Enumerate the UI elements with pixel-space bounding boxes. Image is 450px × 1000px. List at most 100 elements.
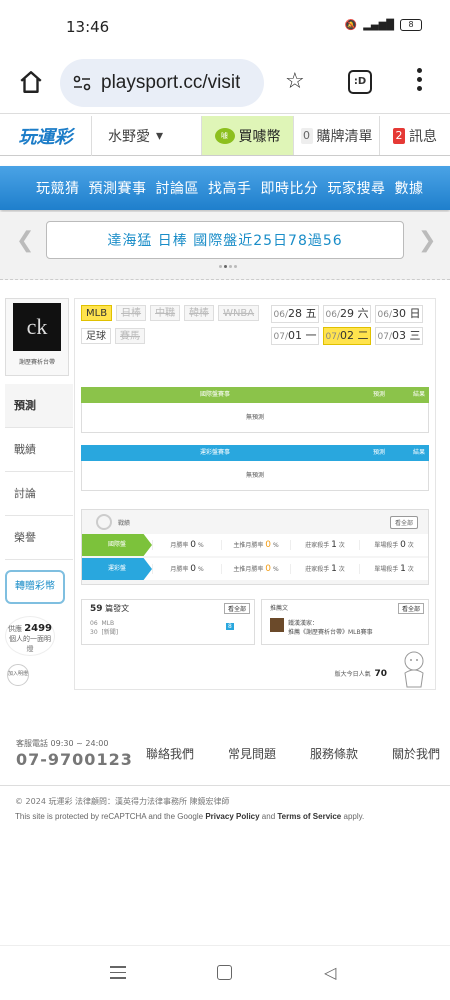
league-soccer[interactable]: 足球: [81, 328, 111, 344]
footer-link-contact[interactable]: 聯絡我們: [146, 745, 194, 762]
empty-message: 無預測: [81, 461, 429, 491]
messages-button[interactable]: 2 訊息: [380, 116, 450, 155]
tab-honors[interactable]: 榮譽: [5, 516, 73, 560]
league-horse[interactable]: 賽馬: [115, 328, 145, 344]
date-button[interactable]: 06/28 五: [271, 305, 319, 323]
username: 水野愛: [108, 128, 150, 145]
date-button[interactable]: 06/29 六: [323, 305, 371, 323]
league-kbo[interactable]: 韓棒: [184, 305, 215, 321]
status-bar: 13:46 🔕 ▂▄▆█ 8: [0, 0, 450, 56]
coin-icon: 噱: [214, 127, 235, 144]
profile-name: 謝歷賽析台帶: [18, 359, 55, 366]
back-icon[interactable]: ◁: [324, 963, 336, 982]
record-summary: 戰績 看全部 國際盤 月勝率 0 % 主推月勝率 0 % 莊家殺手 1 次 單場殺…: [81, 509, 429, 585]
site-footer: 客服電話 09:30 ~ 24:00 07-9700123 聯絡我們 常見問題 …: [0, 726, 450, 786]
recs-view-all-button[interactable]: 看全部: [397, 603, 424, 614]
support-phone-label: 客服電話 09:30 ~ 24:00: [16, 739, 109, 748]
footer-link-terms[interactable]: 服務條款: [310, 745, 358, 762]
league-wnba[interactable]: WNBA: [218, 305, 260, 321]
recents-icon[interactable]: [110, 966, 126, 983]
avatar[interactable]: ck: [13, 303, 61, 351]
nav-item[interactable]: 即時比分: [261, 178, 319, 198]
nav-item[interactable]: 討論區: [156, 178, 200, 198]
record-header: 戰績 看全部: [82, 510, 428, 534]
android-nav-bar: ◁: [0, 945, 450, 1000]
chevron-left-icon[interactable]: ❮: [16, 228, 34, 253]
tab-record[interactable]: 戰績: [5, 428, 73, 472]
view-all-button[interactable]: 看全部: [389, 515, 418, 529]
address-bar[interactable]: playsport.cc/visit: [60, 59, 264, 107]
league-npb[interactable]: 日棒: [116, 305, 147, 321]
cart-button[interactable]: 0 購牌清單: [294, 116, 380, 155]
privacy-link[interactable]: Privacy Policy: [205, 812, 259, 821]
copyright: © 2024 玩運彩 法律顧問：漢英得力法律事務所 陳鏡宏律師: [15, 797, 230, 806]
profile-main: MLB 日棒 中職 韓棒 WNBA 足球 賽馬 06/28 五 06/29 六 …: [74, 298, 436, 690]
browser-toolbar: playsport.cc/visit ☆ :D: [0, 56, 450, 114]
nav-item[interactable]: 預測賽事: [89, 178, 147, 198]
date-button[interactable]: 07/03 三: [375, 327, 423, 345]
carousel-dots: [219, 265, 237, 268]
status-icons: 🔕 ▂▄▆█ 8: [345, 19, 422, 31]
footer-link-about[interactable]: 關於我們: [392, 745, 440, 762]
rec-thumbnail: [270, 618, 284, 632]
date-button[interactable]: 07/01 一: [271, 327, 319, 345]
sportslottery-predictions-table: 運彩盤賽事 預測 結果 無預測: [81, 445, 429, 491]
clock: 13:46: [66, 18, 110, 36]
terms-link[interactable]: Terms of Service: [277, 812, 341, 821]
league-mlb[interactable]: MLB: [81, 305, 113, 321]
followers-count: 供應 2499 個人的一面明燈: [5, 616, 55, 656]
popularity: 版大今日人氣 70: [334, 669, 387, 679]
messages-label: 訊息: [409, 128, 437, 145]
more-menu-icon[interactable]: [416, 68, 422, 94]
nav-item[interactable]: 找高手: [208, 178, 252, 198]
marquee: ❮ 達海猛 日棒 國際盤近25日78過56 ❯: [0, 212, 450, 280]
mute-icon: 🔕: [344, 19, 358, 31]
date-button-selected[interactable]: 07/02 二: [323, 327, 371, 345]
rec-item[interactable]: 鐵漢漢家： 推薦《謝歷賽析台帶》MLB賽事: [270, 618, 373, 636]
nav-item[interactable]: 玩家搜尋: [328, 178, 386, 198]
record-row: 運彩盤 月勝率 0 % 主推月勝率 0 % 莊家殺手 1 次 單場殺手 1 次: [82, 558, 428, 580]
empty-message: 無預測: [81, 403, 429, 433]
add-follow-button[interactable]: 加入明燈: [7, 664, 29, 686]
bookmark-star-icon[interactable]: ☆: [285, 69, 305, 94]
posts-count: 59 篇發文: [90, 604, 130, 614]
marquee-text[interactable]: 達海猛 日棒 國際盤近25日78過56: [46, 221, 404, 259]
nav-item[interactable]: 玩競猜: [36, 178, 80, 198]
date-button[interactable]: 06/30 日: [375, 305, 423, 323]
nav-item[interactable]: 數據: [395, 178, 424, 198]
tab-predictions[interactable]: 預測: [5, 384, 73, 428]
league-cpbl[interactable]: 中職: [150, 305, 181, 321]
chevron-right-icon[interactable]: ❯: [418, 228, 436, 253]
posts-box: 59 篇發文 看全部 06 MLB 30 [新聞] 8: [81, 599, 255, 645]
signal-icon: ▂▄▆█: [363, 19, 394, 31]
tab-switcher-button[interactable]: :D: [348, 70, 372, 94]
main-nav: 玩競猜 預測賽事 討論區 找高手 即時比分 玩家搜尋 數據: [0, 166, 450, 210]
site-logo[interactable]: 玩運彩: [0, 116, 92, 156]
cart-count: 0: [300, 127, 313, 144]
cart-label: 購牌清單: [316, 128, 373, 145]
profile-content: ck 謝歷賽析台帶 預測 戰績 討論 榮譽 轉贈彩幣 供應 2499 個人的一面明…: [0, 290, 450, 700]
mascot-icon: [404, 651, 424, 688]
home-button-icon[interactable]: [217, 965, 232, 980]
post-item[interactable]: 06 MLB 30 [新聞] 8: [90, 620, 250, 636]
footer-link-faq[interactable]: 常見問題: [228, 745, 276, 762]
messages-count: 2: [393, 127, 405, 144]
record-tag: 國際盤: [82, 534, 152, 556]
home-icon[interactable]: [18, 69, 44, 95]
support-phone[interactable]: 07-9700123: [16, 750, 133, 769]
buy-coins-button[interactable]: 噱買噱幣: [202, 116, 294, 155]
url-text: playsport.cc/visit: [101, 72, 241, 93]
gift-coins-button[interactable]: 轉贈彩幣: [5, 570, 65, 604]
site-settings-icon[interactable]: [72, 73, 92, 93]
record-row: 國際盤 月勝率 0 % 主推月勝率 0 % 莊家殺手 1 次 單場殺手 0 次: [82, 534, 428, 556]
buy-coins-label: 買噱幣: [238, 128, 281, 145]
league-filters: MLB 日棒 中職 韓棒 WNBA 足球 賽馬: [81, 305, 261, 344]
tab-discussion[interactable]: 討論: [5, 472, 73, 516]
profile-sidebar: ck 謝歷賽析台帶 預測 戰績 討論 榮譽 轉贈彩幣 供應 2499 個人的一面明…: [5, 298, 73, 686]
recommendations-box: 推薦文 看全部 鐵漢漢家： 推薦《謝歷賽析台帶》MLB賽事: [261, 599, 429, 645]
recaptcha-notice: This site is protected by reCAPTCHA and …: [15, 812, 365, 821]
user-menu[interactable]: 水野愛 ▾: [92, 116, 202, 155]
table-header: 運彩盤賽事 預測 結果: [81, 445, 429, 461]
site-header: 玩運彩 水野愛 ▾ 噱買噱幣 0 購牌清單 2 訊息: [0, 116, 450, 156]
posts-view-all-button[interactable]: 看全部: [223, 603, 250, 614]
